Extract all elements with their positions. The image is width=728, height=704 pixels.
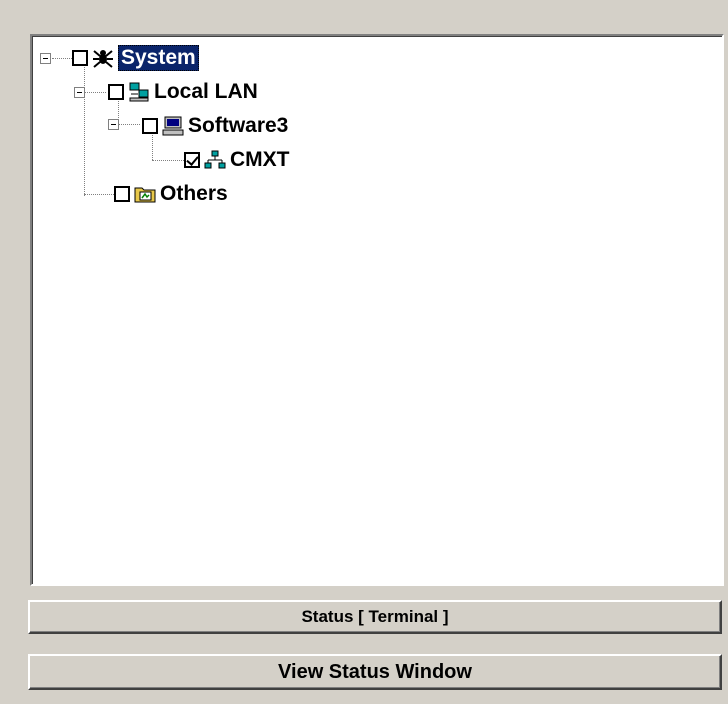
folder-icon <box>134 187 156 203</box>
tree-item-local-lan[interactable]: Local LAN <box>108 78 258 106</box>
tree-connector <box>118 124 140 125</box>
tree-item-system[interactable]: System <box>72 44 199 72</box>
tree-connector <box>84 92 106 93</box>
tree-connector <box>84 60 85 196</box>
collapse-software3-icon[interactable] <box>108 119 119 130</box>
status-terminal-button[interactable]: Status [ Terminal ] <box>28 600 722 634</box>
view-status-window-button[interactable]: View Status Window <box>28 654 722 690</box>
collapse-local-lan-icon[interactable] <box>74 87 85 98</box>
tree-view[interactable]: System Local LAN Software3 CMXT Others <box>30 34 724 586</box>
tree-connector <box>152 160 184 161</box>
cmxt-checkbox[interactable] <box>184 152 200 168</box>
tree-item-label: Software3 <box>188 114 289 137</box>
lan-icon <box>129 82 149 102</box>
tree-item-label: Others <box>160 182 228 205</box>
collapse-system-icon[interactable] <box>40 53 51 64</box>
local-lan-checkbox[interactable] <box>108 84 124 100</box>
software3-checkbox[interactable] <box>142 118 158 134</box>
network-icon <box>204 150 226 169</box>
others-checkbox[interactable] <box>114 186 130 202</box>
tree-item-label: CMXT <box>230 148 290 171</box>
computer-icon <box>162 116 184 136</box>
tree-item-others[interactable]: Others <box>114 180 228 208</box>
tree-item-label: System <box>118 45 199 71</box>
tree-item-software3[interactable]: Software3 <box>142 112 288 140</box>
tree-item-label: Local LAN <box>154 80 258 103</box>
tree-connector <box>84 194 114 195</box>
status-panel: System Local LAN Software3 CMXT Others S… <box>0 0 728 704</box>
system-checkbox[interactable] <box>72 50 88 66</box>
tree-item-cmxt[interactable]: CMXT <box>184 146 290 174</box>
spider-icon <box>93 50 113 68</box>
tree-connector <box>52 58 72 59</box>
